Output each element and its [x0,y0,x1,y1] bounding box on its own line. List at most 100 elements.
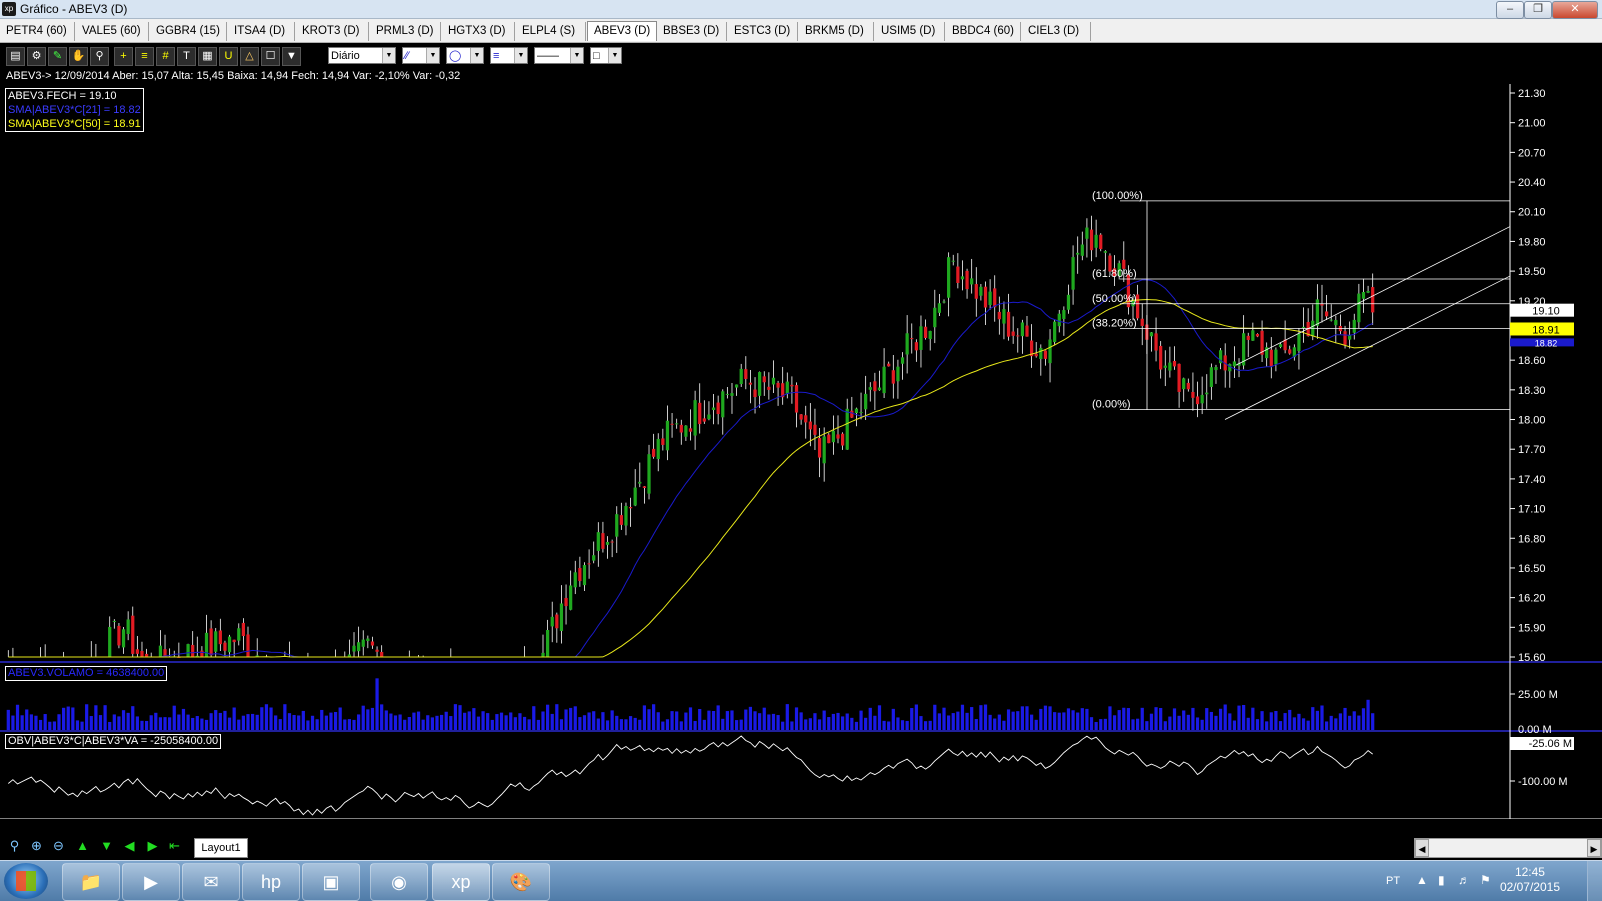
volume-bar [380,704,384,730]
zoom-in-icon[interactable]: ⊕ [28,838,45,854]
tab-elpl4[interactable]: ELPL4 (S) [516,22,586,41]
volume-bar [739,719,743,730]
obv-tick-label: -100.00 M [1518,776,1568,788]
candle-body [559,603,564,631]
paint-icon[interactable]: 🎨 [492,863,550,901]
volume-bar [845,713,849,730]
grid-icon[interactable]: # [156,47,175,66]
zoom-icon[interactable]: ⚲ [6,838,23,854]
price-chart[interactable]: 21.3021.0020.7020.4020.1019.8019.5019.20… [0,84,1602,819]
gear-icon[interactable]: ⚙ [27,47,46,66]
candle-body [951,260,955,262]
tab-itsa4[interactable]: ITSA4 (D) [228,22,295,41]
volume-bar [306,720,310,730]
arrow-down-icon[interactable]: ▼ [98,838,115,854]
tab-abev3[interactable]: ABEV3 (D) [587,21,657,41]
explorer-icon[interactable]: 📁 [62,863,120,901]
volume-bar [283,704,287,730]
candle-body [702,418,706,422]
chart-type-icon[interactable]: ▤ [6,47,25,66]
start-button[interactable] [4,863,48,899]
volume-bar [333,711,338,730]
candle-body [725,393,729,395]
candle-body [1043,350,1048,359]
arrow-left-icon[interactable]: ◀ [121,838,138,854]
crosshair-icon[interactable]: + [114,47,133,66]
archive-icon[interactable]: ▣ [302,863,360,901]
candle-body [799,414,803,420]
chrome-icon[interactable]: ◉ [370,863,428,901]
parallel-lines-icon[interactable]: ≡ [135,47,154,66]
language-indicator[interactable]: PT [1386,875,1400,887]
restore-button[interactable]: ❐ [1524,1,1552,19]
magnifier-icon[interactable]: ⚲ [90,47,109,66]
tab-petr4[interactable]: PETR4 (60) [0,22,75,41]
hp-icon[interactable]: hp [242,863,300,901]
line-width-select[interactable]: —— ▼ [534,47,584,64]
sma50-label: 18.91 [1532,324,1560,336]
pencil-icon[interactable]: ✎ [48,47,67,66]
close-button[interactable]: ✕ [1552,1,1598,19]
calculator-icon[interactable]: ▦ [198,47,217,66]
candle-body [214,631,218,652]
line-style-select[interactable]: ≡ ▼ [490,47,528,64]
candle-body [1348,335,1352,340]
volume-bar [476,716,481,730]
tab-bbse3[interactable]: BBSE3 (D) [657,22,727,41]
volume-bar [1283,713,1287,730]
tab-hgtx3[interactable]: HGTX3 (D) [442,22,515,41]
layout-tab[interactable]: Layout1 [194,838,248,858]
minimize-button[interactable]: – [1496,1,1524,19]
tab-ggbr4[interactable]: GGBR4 (15) [150,22,227,41]
volume-icon[interactable]: ♬ [1458,873,1470,887]
tab-ciel3[interactable]: CIEL3 (D) [1022,22,1091,41]
tab-prml3[interactable]: PRML3 (D) [370,22,441,41]
volume-bar [1168,716,1172,730]
action-center-icon[interactable]: ⚑ [1480,873,1491,887]
shape-tool-select[interactable]: ◯ ▼ [446,47,484,64]
xp-icon[interactable]: xp [432,863,490,901]
filter-icon[interactable]: ▼ [282,47,301,66]
volume-bar [1292,717,1296,730]
show-desktop-button[interactable] [1587,861,1602,901]
candle-body [200,650,204,657]
zoom-out-icon[interactable]: ⊖ [50,838,67,854]
volume-group [6,678,1375,730]
volume-bar [181,708,186,730]
text-icon[interactable]: T [177,47,196,66]
horizontal-scrollbar[interactable]: ◀ ▶ [1414,838,1602,858]
arrow-up-icon[interactable]: ▲ [74,838,91,854]
volume-bar [1177,715,1181,730]
tab-bbdc4[interactable]: BBDC4 (60) [946,22,1021,41]
candle-body [744,369,748,379]
line-tool-select[interactable]: ∕∕ ▼ [402,47,440,64]
eraser-icon[interactable]: △ [240,47,259,66]
candle-body [1297,333,1301,351]
candle-body [1366,291,1370,293]
volume-bar [278,719,282,730]
signal-icon[interactable]: ▮ [1438,873,1445,887]
clipboard-icon[interactable]: ☐ [261,47,280,66]
tab-brkm5[interactable]: BRKM5 (D) [799,22,874,41]
tab-estc3[interactable]: ESTC3 (D) [728,22,798,41]
color-select[interactable]: □ ▼ [590,47,622,64]
volume-bar [126,712,130,730]
price-tick-label: 17.70 [1518,444,1546,456]
volume-bar [1057,712,1061,730]
hand-icon[interactable]: ✋ [69,47,88,66]
taskbar-clock[interactable]: 12:45 02/07/2015 [1500,865,1560,895]
scroll-left-icon[interactable]: ◀ [1415,839,1429,857]
tray-expand-icon[interactable]: ▲ [1416,873,1428,887]
volume-bar [370,707,375,730]
media-player-icon[interactable]: ▶ [122,863,180,901]
magnet-icon[interactable]: U [219,47,238,66]
tab-krot3[interactable]: KROT3 (D) [296,22,369,41]
scroll-right-icon[interactable]: ▶ [1587,839,1601,857]
tab-vale5[interactable]: VALE5 (60) [76,22,149,41]
period-select[interactable]: Diário ▼ [328,47,396,64]
tab-usim5[interactable]: USIM5 (D) [875,22,945,41]
arrow-right-icon[interactable]: ▶ [144,838,161,854]
candle-body [670,423,674,425]
network-icon[interactable]: ✉ [182,863,240,901]
arrow-end-icon[interactable]: ⇤ [166,838,183,854]
